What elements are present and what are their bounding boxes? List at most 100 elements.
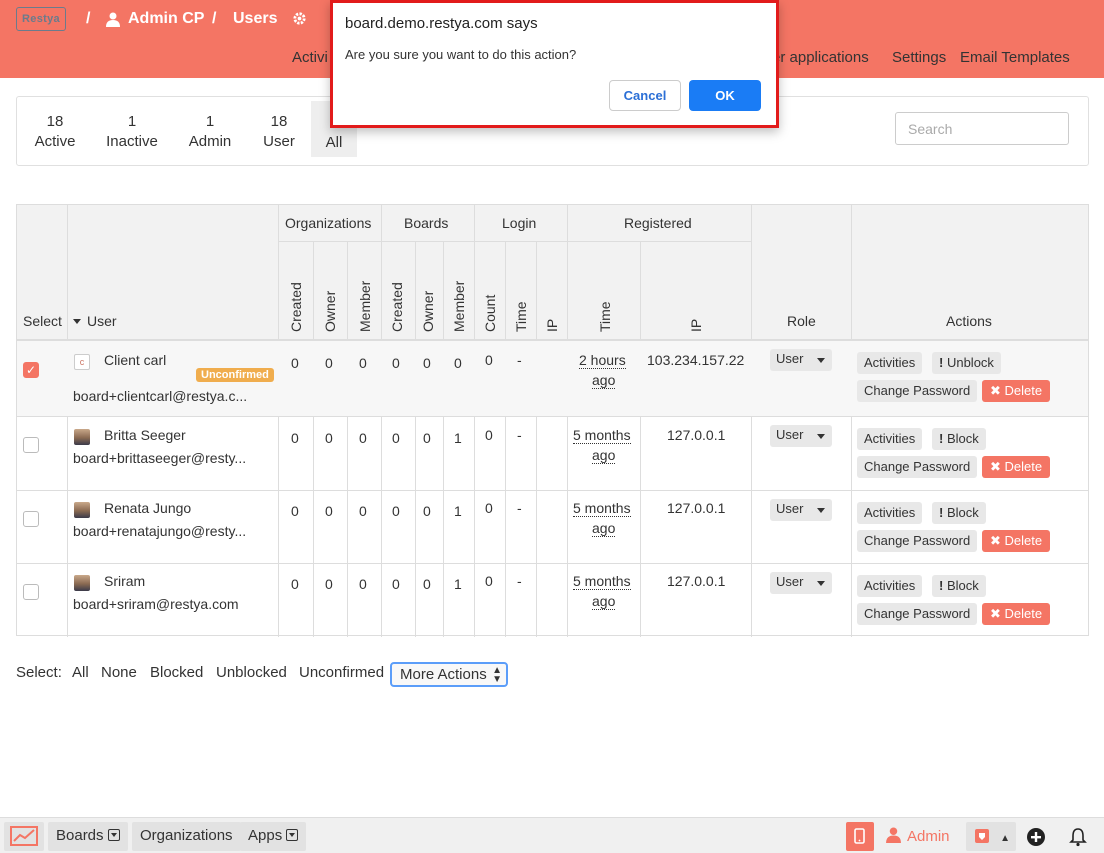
header-organizations: Organizations [285,215,372,231]
users-table: Organizations Boards Login Registered Se… [16,204,1089,637]
login-time: - [517,352,522,368]
restya-logo[interactable]: Restya [16,7,66,31]
role-select[interactable]: User [770,499,832,521]
header-user[interactable]: User [73,313,117,329]
header-board-created: Created [389,282,405,332]
user-name[interactable]: Client carl [104,352,166,368]
user-icon [886,827,901,843]
table-row: ✓ c Client carl Unconfirmed board+client… [17,341,1088,417]
user-name[interactable]: Renata Jungo [104,500,191,516]
delete-button[interactable]: ✖ Delete [982,530,1051,552]
breadcrumb-users[interactable]: Users [233,10,277,28]
change-password-button[interactable]: Change Password [857,380,978,402]
gear-icon[interactable] [292,11,307,31]
row-checkbox[interactable] [23,584,39,600]
unblock-button[interactable]: ! Unblock [932,352,1001,374]
header-org-created: Created [288,282,304,332]
more-actions-select[interactable]: More Actions ▲ ▼ [390,662,508,687]
login-time: - [517,500,522,516]
block-button[interactable]: ! Block [932,575,986,597]
breadcrumb-separator: / [86,10,91,27]
nav-email-templates[interactable]: Email Templates [960,49,1070,66]
close-icon: ✖ [990,533,1005,548]
header-org-owner: Owner [322,290,338,332]
shield-icon[interactable]: ▲ [966,822,1016,851]
activity-graph-icon[interactable] [4,822,44,851]
change-password-button[interactable]: Change Password [857,530,978,552]
role-select[interactable]: User [770,572,832,594]
avatar [74,429,90,445]
block-button[interactable]: ! Block [932,428,986,450]
delete-button[interactable]: ✖ Delete [982,456,1051,478]
mobile-icon[interactable] [846,822,874,851]
filter-user[interactable]: 18 User [255,100,303,156]
close-icon: ✖ [990,606,1005,621]
nav-other-applications[interactable]: er applications [772,49,869,66]
change-password-button[interactable]: Change Password [857,456,978,478]
breadcrumb-admin-cp[interactable]: Admin CP [128,10,204,28]
cancel-button[interactable]: Cancel [609,80,681,111]
add-icon[interactable] [1022,822,1050,851]
breadcrumb-separator: / [212,10,217,27]
row-checkbox[interactable]: ✓ [23,362,39,378]
select-unblocked-link[interactable]: Unblocked [216,664,287,681]
user-name[interactable]: Sriram [104,573,145,589]
user-email: board+renatajungo@resty... [73,523,247,539]
select-none-link[interactable]: None [101,664,137,681]
organizations-link[interactable]: Organizations [132,822,241,851]
dialog-message: Are you sure you want to do this action? [345,47,577,62]
row-checkbox[interactable] [23,437,39,453]
filter-inactive[interactable]: 1 Inactive [97,100,167,156]
login-time: - [517,427,522,443]
select-blocked-link[interactable]: Blocked [150,664,203,681]
filter-admin[interactable]: 1 Admin [182,100,238,156]
registered-time-suffix: ago [592,447,616,464]
registered-ip: 127.0.0.1 [667,427,726,443]
table-row: Britta Seeger board+brittaseeger@resty..… [17,417,1088,491]
board-created: 0 [392,576,400,592]
admin-profile-link[interactable]: Admin [880,822,958,851]
change-password-button[interactable]: Change Password [857,603,978,625]
activities-button[interactable]: Activities [857,575,923,597]
user-name[interactable]: Britta Seeger [104,427,186,443]
nav-settings[interactable]: Settings [892,49,946,66]
delete-button[interactable]: ✖ Delete [982,603,1051,625]
bell-icon[interactable] [1064,822,1092,851]
search-input[interactable] [895,112,1069,145]
user-email: board+brittaseeger@resty... [73,450,247,466]
login-count: 0 [485,352,493,368]
row-checkbox[interactable] [23,511,39,527]
org-owner: 0 [325,576,333,592]
activities-button[interactable]: Activities [857,502,923,524]
ok-button[interactable]: OK [689,80,761,111]
header-user-label: User [87,313,117,329]
nav-activities[interactable]: Activi [292,49,328,66]
apps-menu[interactable]: Apps [240,822,307,851]
board-created: 0 [392,503,400,519]
activities-button[interactable]: Activities [857,428,923,450]
header-registered: Registered [624,215,692,231]
board-member: 0 [454,355,462,371]
login-count: 0 [485,427,493,443]
filter-label: Inactive [106,133,158,150]
activities-button[interactable]: Activities [857,352,923,374]
board-owner: 0 [423,503,431,519]
select-unconfirmed-link[interactable]: Unconfirmed [299,664,384,681]
delete-button[interactable]: ✖ Delete [982,380,1051,402]
registered-ip: 103.234.157.22 [647,352,745,368]
select-all-link[interactable]: All [72,664,89,681]
filter-active[interactable]: 18 Active [27,100,83,156]
close-icon: ✖ [990,383,1005,398]
boards-menu[interactable]: Boards [48,822,128,851]
block-button[interactable]: ! Block [932,502,986,524]
board-owner: 0 [423,576,431,592]
header-registered-time: Time [597,301,613,332]
header-select: Select [23,313,62,329]
role-select[interactable]: User [770,349,832,371]
user-icon [106,12,120,32]
role-select[interactable]: User [770,425,832,447]
login-count: 0 [485,573,493,589]
block-label: Unblock [946,355,994,370]
table-row: Sriram board+sriram@restya.com 0 0 0 0 0… [17,564,1088,636]
avatar [74,502,90,518]
